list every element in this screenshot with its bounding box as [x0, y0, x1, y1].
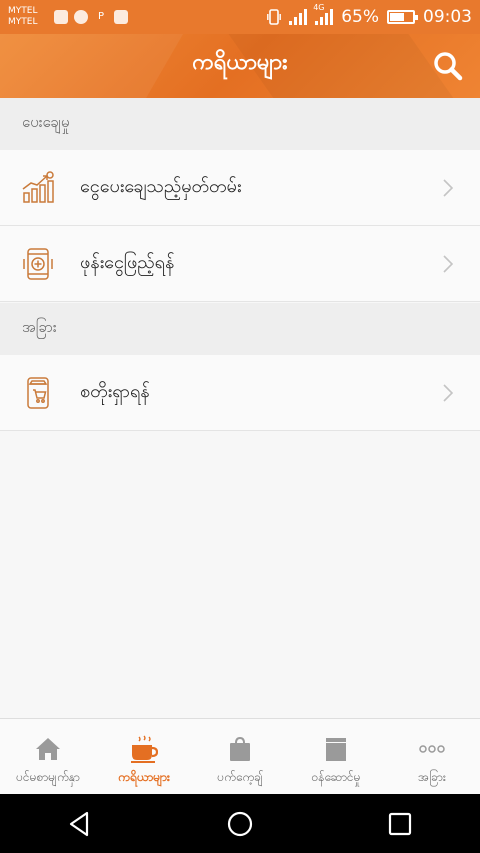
coffee-cup-icon — [131, 735, 158, 763]
battery-icon — [387, 10, 418, 24]
notification-icons: P — [54, 10, 128, 24]
section-header-other: အခြား — [0, 303, 480, 355]
mail-notification-icon — [114, 10, 128, 24]
app-bar: ကရိယာများ — [0, 34, 480, 98]
chevron-right-icon — [443, 255, 454, 273]
nav-item-home[interactable]: ပင်မစာမျက်နှာ — [0, 719, 96, 794]
nav-label: ပင်မစာမျက်နှာ — [16, 770, 80, 784]
package-bag-icon — [230, 736, 250, 761]
phone-topup-icon — [23, 247, 53, 280]
section-header-payment: ပေးချေမှု — [0, 98, 480, 150]
list-item-label: ငွေပေးချေသည့်မှတ်တမ်း — [80, 176, 242, 197]
nav-label: ကရိယာများ — [118, 770, 170, 784]
clock: 09:03 — [423, 7, 472, 27]
home-icon — [36, 738, 60, 760]
more-dots-icon — [419, 745, 445, 753]
section-title: အခြား — [22, 318, 57, 336]
gallery-notification-icon — [54, 10, 68, 24]
list-item-phone-topup[interactable]: ဖုန်းငွေဖြည့်ရန် — [0, 226, 480, 302]
system-nav-bar — [0, 794, 480, 853]
nav-item-service[interactable]: ဝန်ဆောင်မှု — [288, 719, 384, 794]
home-circle-icon[interactable] — [225, 809, 255, 839]
list-item-payment-history[interactable]: ငွေပေးချေသည့်မှတ်တမ်း — [0, 150, 480, 226]
nav-label: အခြား — [418, 770, 446, 784]
nav-label: ဝန်ဆောင်မှု — [311, 770, 361, 784]
carrier-1: MYTEL — [8, 6, 38, 16]
bottom-nav: ပင်မစာမျက်နှာ ကရိယာများ ပက်ကေ့ချ် ဝန်ဆော… — [0, 718, 480, 794]
status-bar: MYTEL MYTEL P 4G 65% 09:03 — [0, 0, 480, 34]
signal-4g-icon: 4G — [313, 3, 334, 25]
recents-square-icon[interactable] — [385, 809, 415, 839]
search-button[interactable] — [432, 50, 464, 82]
chevron-right-icon — [443, 384, 454, 402]
signal-icon — [289, 9, 308, 25]
nav-item-package[interactable]: ပက်ကေ့ချ် — [192, 719, 288, 794]
chevron-right-icon — [443, 179, 454, 197]
battery-percent: 65% — [341, 7, 379, 27]
service-box-icon — [326, 738, 346, 761]
nav-label: ပက်ကေ့ချ် — [217, 770, 263, 784]
viber-notification-icon — [74, 10, 88, 24]
nav-item-more[interactable]: အခြား — [384, 719, 480, 794]
carrier-label: MYTEL MYTEL — [8, 6, 50, 28]
search-icon — [434, 52, 463, 81]
app-notification-icon: P — [97, 11, 105, 22]
list-item-label: ဖုန်းငွေဖြည့်ရန် — [80, 252, 175, 273]
back-triangle-icon[interactable] — [65, 809, 95, 839]
section-title: ပေးချေမှု — [22, 113, 70, 131]
store-icon — [27, 376, 49, 409]
vibrate-icon — [267, 9, 282, 25]
list-item-find-store[interactable]: စတိုးရှာရန် — [0, 355, 480, 431]
network-type: 4G — [313, 3, 325, 12]
page-title: ကရိယာများ — [192, 50, 288, 75]
carrier-2: MYTEL — [8, 17, 38, 27]
list-item-label: စတိုးရှာရန် — [80, 381, 150, 402]
nav-item-tools[interactable]: ကရိယာများ — [96, 719, 192, 794]
payment-history-icon — [22, 170, 54, 203]
